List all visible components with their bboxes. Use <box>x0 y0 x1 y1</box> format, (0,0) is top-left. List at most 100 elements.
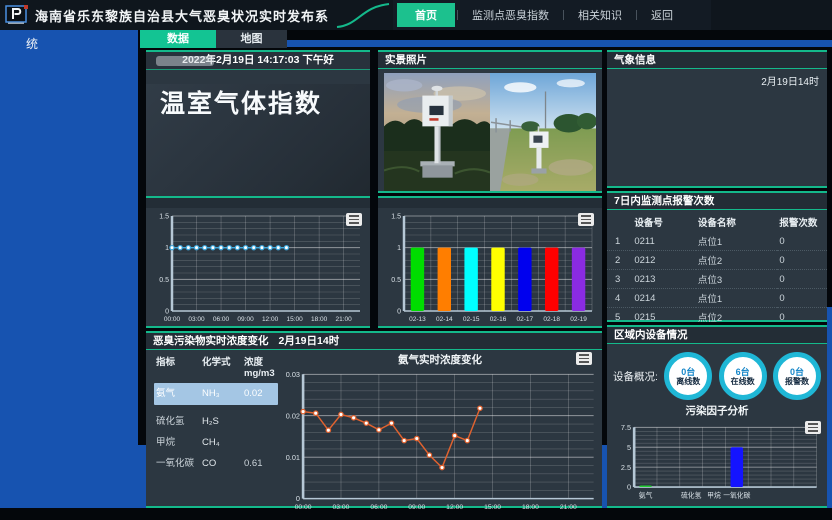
svg-text:7.5: 7.5 <box>621 423 631 432</box>
panel-odor-pollutants: 恶臭污染物实时浓度变化 2月19日14时 指标 化学式 浓度 mg/m3 氨气 … <box>146 331 602 508</box>
main-nav: 首页 监测点恶臭指数 相关知识 返回 <box>393 0 711 30</box>
page-title: 海南省乐东黎族自治县大气恶臭状况实时发布系 <box>35 6 329 25</box>
right-blue-strip <box>827 307 832 460</box>
col-device-name: 设备名称 <box>696 212 778 232</box>
svg-text:15:00: 15:00 <box>286 316 303 323</box>
menu-icon[interactable] <box>805 421 821 434</box>
svg-text:18:00: 18:00 <box>311 316 328 323</box>
nav-separator <box>457 10 458 20</box>
svg-text:02-13: 02-13 <box>409 316 426 323</box>
greenhouse-line-chart: 00.511.500:0003:0006:0009:0012:0015:0018… <box>148 210 368 324</box>
greenhouse-body: 温室气体指数 <box>146 84 370 207</box>
device-stats: 设备概况: 0台 离线数 6台 在线数 0台 报警数 <box>607 344 827 404</box>
header-curve-decoration <box>335 1 391 29</box>
svg-text:02-17: 02-17 <box>517 316 534 323</box>
nav-item-odor-index[interactable]: 监测点恶臭指数 <box>460 3 561 27</box>
svg-text:18:00: 18:00 <box>522 504 539 511</box>
svg-text:03:00: 03:00 <box>332 504 349 511</box>
alarm-count-badge: 0台 报警数 <box>773 352 821 400</box>
svg-text:02-15: 02-15 <box>463 316 480 323</box>
chart-head-strip <box>146 198 370 208</box>
col-concentration: 浓度 mg/m3 <box>244 354 278 379</box>
svg-text:1.5: 1.5 <box>159 214 169 221</box>
nav-item-home[interactable]: 首页 <box>397 3 455 27</box>
nav-item-back[interactable]: 返回 <box>639 3 685 27</box>
svg-text:02-19: 02-19 <box>570 316 587 323</box>
menu-icon[interactable] <box>576 352 592 365</box>
tab-underline <box>287 40 832 47</box>
odor-title: 恶臭污染物实时浓度变化 <box>153 333 269 349</box>
svg-text:02-14: 02-14 <box>436 316 453 323</box>
svg-text:氨气: 氨气 <box>639 491 653 500</box>
svg-text:甲烷: 甲烷 <box>707 491 721 500</box>
daily-bar-chart: 00.511.502-1302-1402-1502-1602-1702-1802… <box>380 210 600 324</box>
svg-text:0.02: 0.02 <box>286 411 300 420</box>
nav-item-knowledge[interactable]: 相关知识 <box>566 3 634 27</box>
region-devices-title: 区域内设备情况 <box>607 327 827 344</box>
svg-text:1: 1 <box>165 245 169 252</box>
svg-text:0.01: 0.01 <box>286 453 300 462</box>
col-indicator: 指标 <box>156 354 202 368</box>
panel-region-devices: 区域内设备情况 设备概况: 0台 离线数 6台 在线数 0台 报警数 污染因子分… <box>607 325 827 508</box>
device-overview-label: 设备概况: <box>613 369 658 384</box>
greenhouse-chart: 00.511.500:0003:0006:0009:0012:0015:0018… <box>146 208 370 326</box>
dashboard: 海南省乐东黎族自治县大气恶臭状况实时发布系 首页 监测点恶臭指数 相关知识 返回… <box>0 0 832 520</box>
factor-chart: 02.557.5氨气硫化氢甲烷一氧化碳 <box>607 419 827 503</box>
daily-chart: 00.511.502-1302-1402-1502-1602-1702-1802… <box>378 208 602 326</box>
sidebar: 统 <box>0 30 138 508</box>
svg-text:0.5: 0.5 <box>159 277 169 284</box>
col-alarm-count: 报警次数 <box>777 212 827 232</box>
datetime-bar: 2022年2月19日 14:17:03 下午好 <box>146 52 370 70</box>
tab-map[interactable]: 地图 <box>216 30 287 48</box>
svg-text:00:00: 00:00 <box>295 504 312 511</box>
nav-separator <box>636 10 637 20</box>
svg-text:12:00: 12:00 <box>262 316 279 323</box>
app-logo-icon <box>5 5 29 25</box>
svg-text:09:00: 09:00 <box>237 316 254 323</box>
svg-text:02-16: 02-16 <box>490 316 507 323</box>
factor-chart-title: 污染因子分析 <box>607 404 827 419</box>
col-index <box>607 212 632 232</box>
weather-title: 气象信息 <box>607 52 827 69</box>
menu-icon[interactable] <box>578 213 594 226</box>
blurred-area <box>156 56 214 66</box>
svg-text:0.5: 0.5 <box>391 277 401 284</box>
menu-icon[interactable] <box>346 213 362 226</box>
site-photo-day <box>490 73 596 191</box>
nav-separator <box>563 10 564 20</box>
unit-label: mg/m3 <box>244 368 278 379</box>
svg-text:12:00: 12:00 <box>446 504 463 511</box>
photo-strip <box>384 73 596 191</box>
svg-text:03:00: 03:00 <box>188 316 205 323</box>
svg-text:2.5: 2.5 <box>621 463 631 472</box>
tab-data[interactable]: 数据 <box>140 30 216 48</box>
table-row: 50215点位20 <box>607 308 827 327</box>
svg-text:00:00: 00:00 <box>164 316 181 323</box>
svg-text:0.03: 0.03 <box>286 370 300 379</box>
app-header: 海南省乐东黎族自治县大气恶臭状况实时发布系 首页 监测点恶臭指数 相关知识 返回 <box>0 0 832 30</box>
svg-text:21:00: 21:00 <box>560 504 577 511</box>
svg-text:一氧化碳: 一氧化碳 <box>723 491 750 500</box>
ammonia-line-chart: 00.010.020.0300:0003:0006:0009:0012:0015… <box>278 368 602 512</box>
alarm-counts-title: 7日内监测点报警次数 <box>607 193 827 210</box>
factor-bar-chart: 02.557.5氨气硫化氢甲烷一氧化碳 <box>609 421 825 501</box>
table-row: 30213点位30 <box>607 270 827 289</box>
odor-row-co[interactable]: 一氧化碳 CO 0.61 <box>156 453 278 474</box>
svg-text:21:00: 21:00 <box>336 316 353 323</box>
tab-bar: 数据 地图 <box>0 30 832 48</box>
odor-date: 2月19日14时 <box>279 333 340 349</box>
ammonia-chart-title: 氨气实时浓度变化 <box>278 352 602 368</box>
table-row: 40214点位10 <box>607 289 827 308</box>
table-row: 20212点位20 <box>607 251 827 270</box>
svg-text:06:00: 06:00 <box>213 316 230 323</box>
odor-row-methane[interactable]: 甲烷 CH₄ <box>156 432 278 453</box>
odor-row-ammonia[interactable]: 氨气 NH₃ 0.02 <box>154 383 278 405</box>
odor-row-h2s[interactable]: 硫化氢 H₂S <box>156 411 278 432</box>
weather-date: 2月19日14时 <box>607 69 827 88</box>
ammonia-chart-area: 氨气实时浓度变化 00.010.020.0300:0003:0006:0009:… <box>278 350 602 506</box>
table-row: 10211点位10 <box>607 232 827 251</box>
svg-text:06:00: 06:00 <box>370 504 387 511</box>
offline-count-badge: 0台 离线数 <box>664 352 712 400</box>
svg-text:0: 0 <box>397 309 401 316</box>
svg-text:0: 0 <box>627 483 631 492</box>
